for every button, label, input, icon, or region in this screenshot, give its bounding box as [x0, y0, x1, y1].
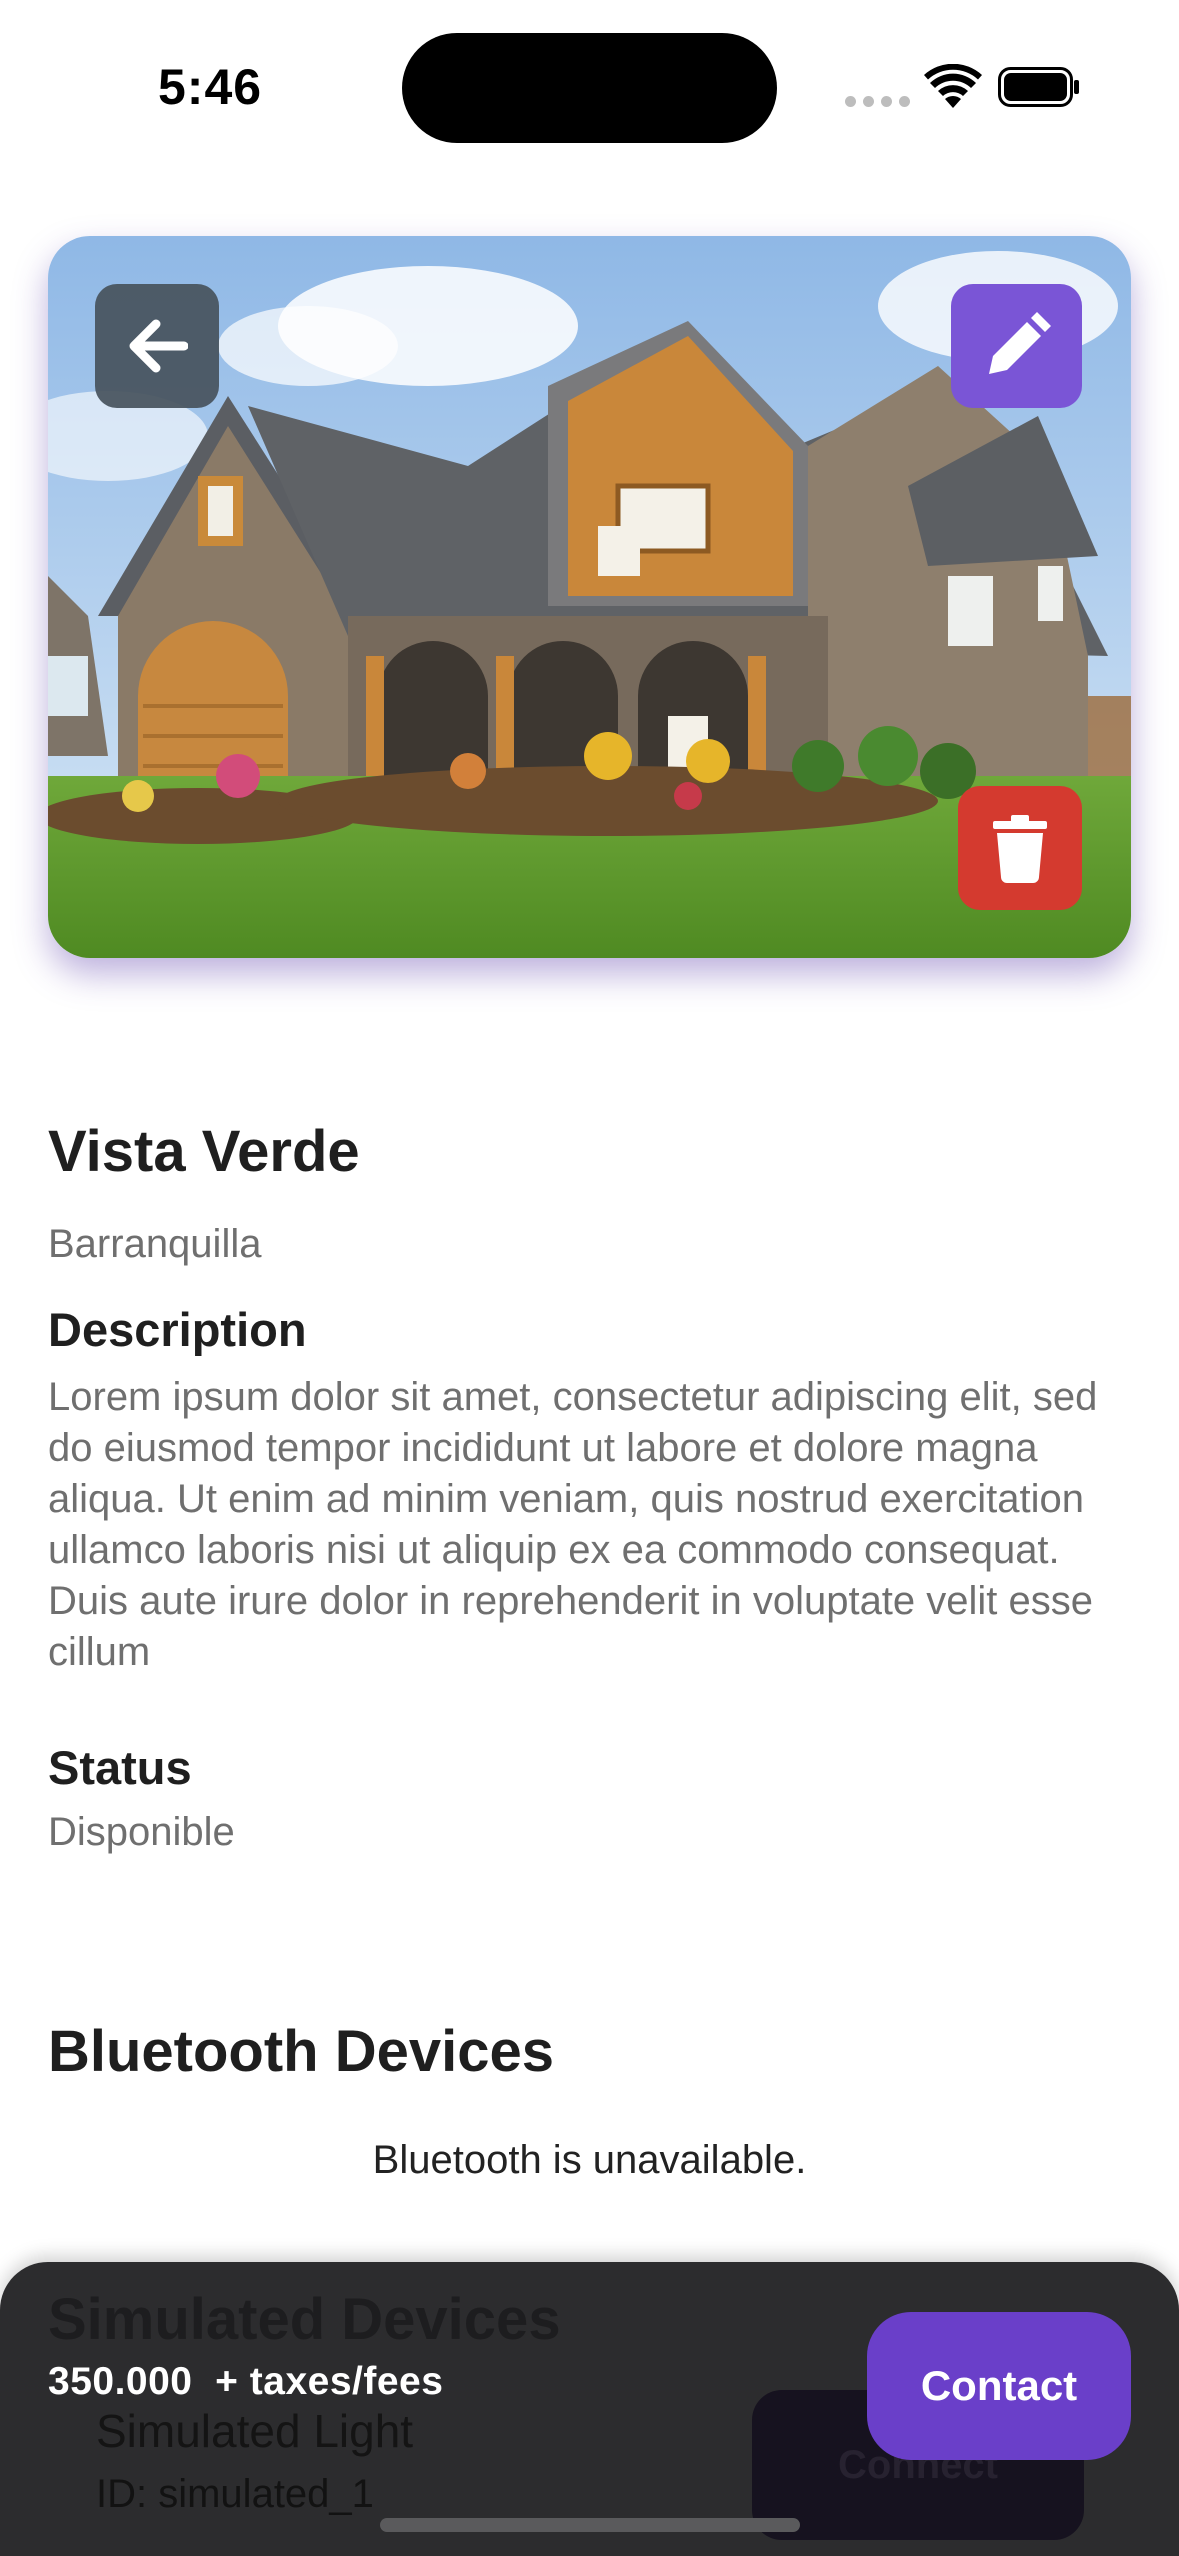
status-time: 5:46 — [158, 59, 263, 115]
property-title: Vista Verde — [48, 1119, 360, 1184]
simulated-device-id: ID: simulated_1 — [96, 2472, 374, 2516]
description-text: Lorem ipsum dolor sit amet, consectetur … — [48, 1375, 1098, 1674]
dynamic-island — [402, 33, 777, 143]
pencil-icon — [988, 312, 1051, 374]
price-suffix: + taxes/fees — [215, 2360, 444, 2403]
bluetooth-devices-heading: Bluetooth Devices — [48, 2019, 554, 2084]
price-value: 350.000 — [48, 2360, 193, 2403]
bluetooth-unavailable-message: Bluetooth is unavailable. — [372, 2138, 807, 2182]
battery-icon — [998, 67, 1079, 107]
arrow-left-icon — [129, 319, 188, 373]
status-heading: Status — [48, 1741, 192, 1794]
edit-button[interactable] — [951, 284, 1082, 408]
cellular-signal-icon — [845, 96, 910, 107]
back-button[interactable] — [95, 284, 219, 408]
price-row: 350.000 + taxes/fees — [48, 2360, 443, 2404]
status-value: Disponible — [48, 1810, 235, 1854]
trash-icon — [993, 815, 1047, 883]
delete-button[interactable] — [958, 786, 1082, 910]
contact-button[interactable]: Contact — [867, 2312, 1131, 2460]
bottom-price-bar: Simulated Devices Simulated Light ID: si… — [0, 2262, 1179, 2556]
home-indicator — [380, 2518, 800, 2532]
property-city: Barranquilla — [48, 1222, 262, 1266]
simulated-device-name: Simulated Light — [96, 2405, 414, 2457]
wifi-icon — [924, 64, 982, 108]
description-heading: Description — [48, 1303, 307, 1356]
simulated-devices-heading: Simulated Devices — [48, 2287, 561, 2352]
